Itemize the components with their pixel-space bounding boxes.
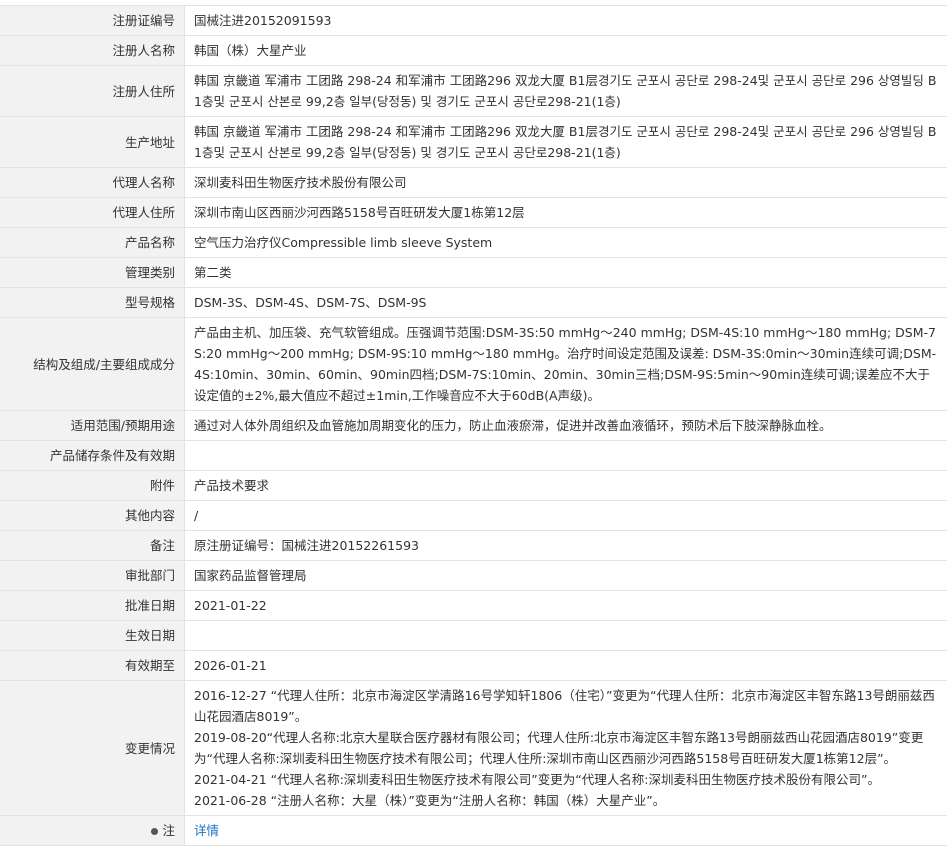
detail-row-change-history: 变更情况2016-12-27 “代理人住所：北京市海淀区学清路16号学知轩180… xyxy=(0,681,947,816)
field-value: 2026-01-21 xyxy=(185,651,947,681)
detail-row-registrant-address: 注册人住所韩国 京畿道 军浦市 工团路 298-24 和军浦市 工团路296 双… xyxy=(0,66,947,117)
field-label: 产品名称 xyxy=(0,228,185,258)
note-label-cell: 注 xyxy=(0,816,185,846)
field-label: 型号规格 xyxy=(0,288,185,318)
field-label: 代理人住所 xyxy=(0,198,185,228)
bullet-icon xyxy=(151,828,158,835)
detail-row-composition: 结构及组成/主要组成成分产品由主机、加压袋、充气软管组成。压强调节范围:DSM-… xyxy=(0,318,947,411)
field-label: 变更情况 xyxy=(0,681,185,816)
field-label: 备注 xyxy=(0,531,185,561)
field-value: 深圳麦科田生物医疗技术股份有限公司 xyxy=(185,168,947,198)
detail-row-agent-address: 代理人住所深圳市南山区西丽沙河西路5158号百旺研发大厦1栋第12层 xyxy=(0,198,947,228)
field-label: 审批部门 xyxy=(0,561,185,591)
change-history-item: 2021-04-21 “代理人名称:深圳麦科田生物医疗技术有限公司”变更为“代理… xyxy=(194,769,938,790)
registration-detail-table: 注册证编号国械注进20152091593注册人名称韩国（株）大星产业注册人住所韩… xyxy=(0,5,947,846)
field-value: 韩国 京畿道 军浦市 工团路 298-24 和军浦市 工团路296 双龙大厦 B… xyxy=(185,117,947,168)
field-value: 深圳市南山区西丽沙河西路5158号百旺研发大厦1栋第12层 xyxy=(185,198,947,228)
field-value: 原注册证编号：国械注进20152261593 xyxy=(185,531,947,561)
field-label: 其他内容 xyxy=(0,501,185,531)
detail-row-approval-date: 批准日期2021-01-22 xyxy=(0,591,947,621)
field-label: 注册人名称 xyxy=(0,36,185,66)
field-label: 结构及组成/主要组成成分 xyxy=(0,318,185,411)
field-label: 产品储存条件及有效期 xyxy=(0,441,185,471)
field-label: 注册人住所 xyxy=(0,66,185,117)
detail-row-reg-no: 注册证编号国械注进20152091593 xyxy=(0,6,947,36)
field-value: 第二类 xyxy=(185,258,947,288)
detail-row-remark: 备注原注册证编号：国械注进20152261593 xyxy=(0,531,947,561)
field-value xyxy=(185,441,947,471)
details-link[interactable]: 详情 xyxy=(194,823,219,838)
field-value: DSM-3S、DSM-4S、DSM-7S、DSM-9S xyxy=(185,288,947,318)
detail-row-management-class: 管理类别第二类 xyxy=(0,258,947,288)
detail-row-effective-date: 生效日期 xyxy=(0,621,947,651)
detail-row-valid-until: 有效期至2026-01-21 xyxy=(0,651,947,681)
field-value: 国家药品监督管理局 xyxy=(185,561,947,591)
detail-row-attachment: 附件产品技术要求 xyxy=(0,471,947,501)
detail-row-model: 型号规格DSM-3S、DSM-4S、DSM-7S、DSM-9S xyxy=(0,288,947,318)
field-label: 有效期至 xyxy=(0,651,185,681)
field-label: 代理人名称 xyxy=(0,168,185,198)
detail-table-body: 注册证编号国械注进20152091593注册人名称韩国（株）大星产业注册人住所韩… xyxy=(0,6,947,846)
field-label: 生产地址 xyxy=(0,117,185,168)
field-value: 韩国 京畿道 军浦市 工团路 298-24 和军浦市 工团路296 双龙大厦 B… xyxy=(185,66,947,117)
detail-row-storage: 产品储存条件及有效期 xyxy=(0,441,947,471)
detail-row-approval-dept: 审批部门国家药品监督管理局 xyxy=(0,561,947,591)
detail-row-registrant-name: 注册人名称韩国（株）大星产业 xyxy=(0,36,947,66)
field-value: 空气压力治疗仪Compressible limb sleeve System xyxy=(185,228,947,258)
field-value: 韩国（株）大星产业 xyxy=(185,36,947,66)
field-label: 批准日期 xyxy=(0,591,185,621)
field-value xyxy=(185,621,947,651)
change-history-item: 2016-12-27 “代理人住所：北京市海淀区学清路16号学知轩1806（住宅… xyxy=(194,685,938,727)
field-label: 生效日期 xyxy=(0,621,185,651)
field-value: 产品技术要求 xyxy=(185,471,947,501)
field-label: 附件 xyxy=(0,471,185,501)
note-label: 注 xyxy=(162,823,175,838)
note-value: 详情 xyxy=(185,816,947,846)
field-value: 国械注进20152091593 xyxy=(185,6,947,36)
field-label: 适用范围/预期用途 xyxy=(0,411,185,441)
detail-row-product-name: 产品名称空气压力治疗仪Compressible limb sleeve Syst… xyxy=(0,228,947,258)
change-history-list: 2016-12-27 “代理人住所：北京市海淀区学清路16号学知轩1806（住宅… xyxy=(185,681,947,816)
detail-row-note: 注 详情 xyxy=(0,816,947,846)
detail-row-intended-use: 适用范围/预期用途通过对人体外周组织及血管施加周期变化的压力，防止血液瘀滞，促进… xyxy=(0,411,947,441)
detail-row-production-address: 生产地址韩国 京畿道 军浦市 工团路 298-24 和军浦市 工团路296 双龙… xyxy=(0,117,947,168)
field-value: 产品由主机、加压袋、充气软管组成。压强调节范围:DSM-3S:50 mmHg～2… xyxy=(185,318,947,411)
field-value: 2021-01-22 xyxy=(185,591,947,621)
detail-row-agent-name: 代理人名称深圳麦科田生物医疗技术股份有限公司 xyxy=(0,168,947,198)
field-label: 注册证编号 xyxy=(0,6,185,36)
field-value: 通过对人体外周组织及血管施加周期变化的压力，防止血液瘀滞，促进并改善血液循环，预… xyxy=(185,411,947,441)
change-history-item: 2019-08-20“代理人名称:北京大星联合医疗器材有限公司；代理人住所:北京… xyxy=(194,727,938,769)
field-value: / xyxy=(185,501,947,531)
field-label: 管理类别 xyxy=(0,258,185,288)
change-history-item: 2021-06-28 “注册人名称：大星（株）”变更为“注册人名称：韩国（株）大… xyxy=(194,790,938,811)
detail-row-other: 其他内容/ xyxy=(0,501,947,531)
